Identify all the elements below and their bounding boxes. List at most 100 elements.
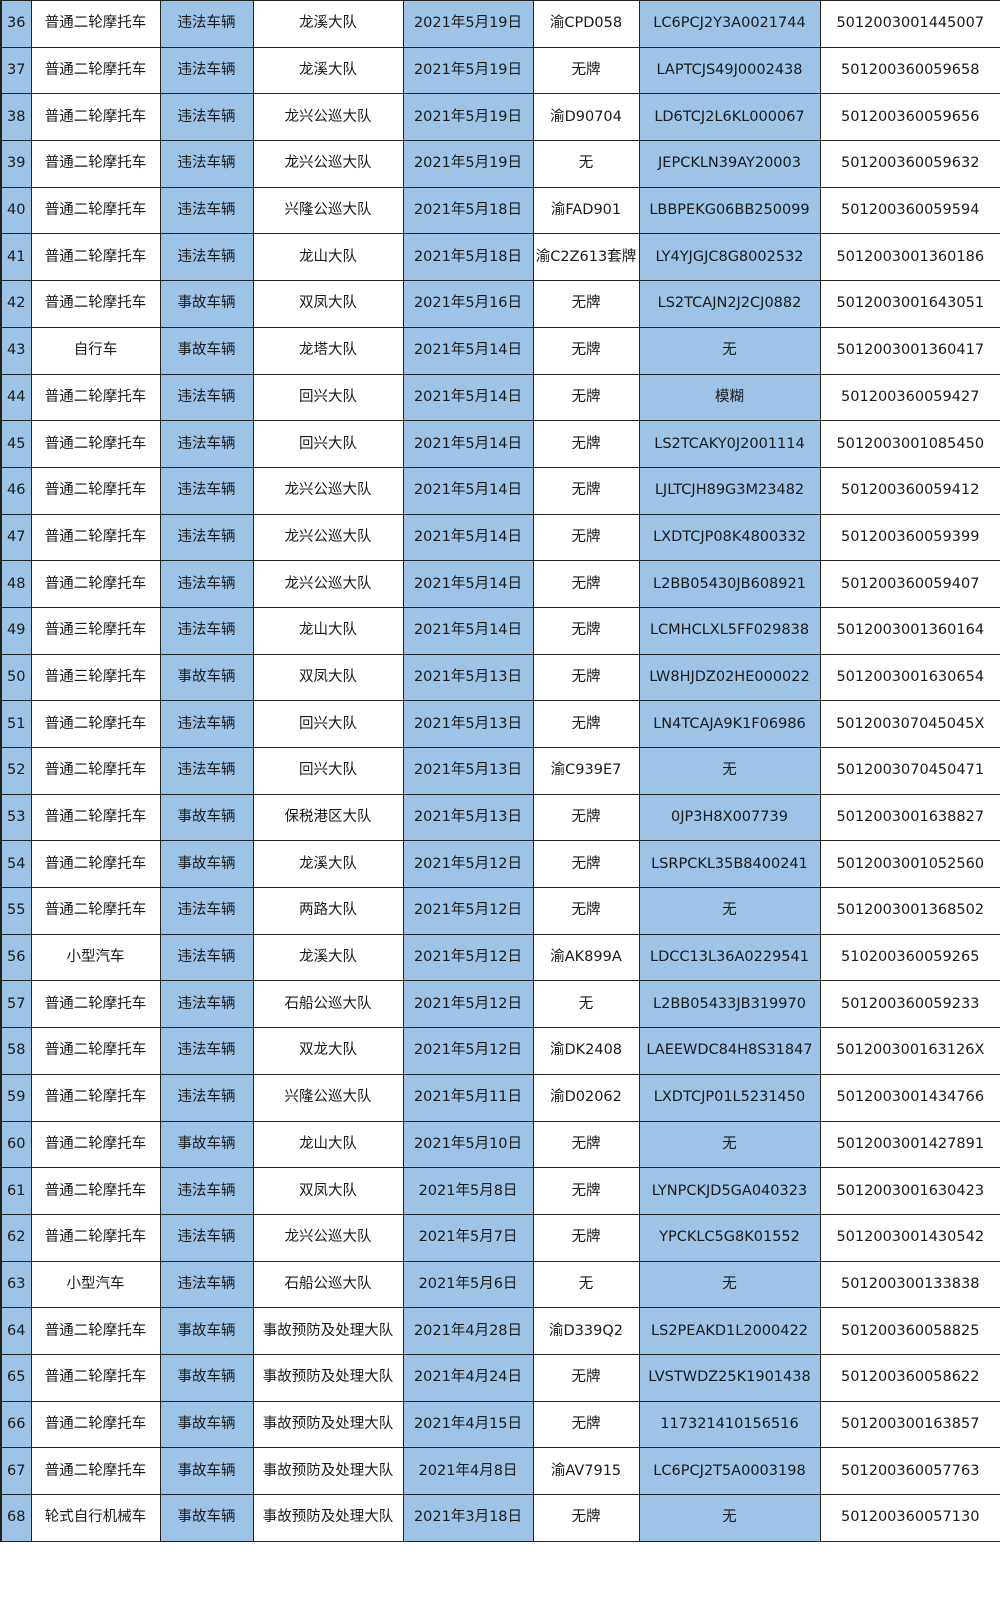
- row-number-cell: 46: [0, 466, 32, 515]
- date-cell: 2021年5月7日: [402, 1213, 534, 1262]
- vin-cell: 0JP3H8X007739: [638, 793, 821, 842]
- vehicle-category-cell: 违法车辆: [159, 606, 254, 655]
- code-cell: 5012003001427891: [819, 1120, 1000, 1169]
- code-cell: 501200360059427: [819, 373, 1000, 422]
- vin-cell: L2BB05433JB319970: [638, 980, 821, 1029]
- vehicle-type-cell: 普通二轮摩托车: [30, 1120, 161, 1169]
- table-row: 54 普通二轮摩托车 事故车辆 龙溪大队 2021年5月12日 无牌 LSRPCKL35B8…: [0, 840, 1000, 889]
- unit-cell: 龙兴公巡大队: [252, 466, 404, 515]
- unit-cell: 双凤大队: [252, 280, 404, 328]
- vehicle-category-cell: 违法车辆: [159, 513, 254, 562]
- row-number-cell: 42: [0, 280, 32, 328]
- plate-cell: 渝CPD058: [532, 0, 640, 48]
- date-cell: 2021年5月8日: [402, 1167, 534, 1215]
- date-cell: 2021年5月14日: [402, 560, 534, 608]
- vin-cell: 无: [638, 887, 821, 935]
- code-cell: 5012003070450471: [819, 747, 1000, 795]
- unit-cell: 回兴大队: [252, 700, 404, 748]
- code-cell: 5012003001434766: [819, 1073, 1000, 1122]
- table-row: 43 自行车 事故车辆 龙塔大队 2021年5月14日 无牌无 50120030013604…: [0, 326, 1000, 375]
- row-number-cell: 51: [0, 700, 32, 748]
- vehicle-category-cell: 违法车辆: [159, 560, 254, 608]
- code-cell: 5012003001085450: [819, 420, 1000, 468]
- date-cell: 2021年5月10日: [402, 1120, 534, 1169]
- row-number-cell: 44: [0, 373, 32, 422]
- vehicle-category-cell: 违法车辆: [159, 700, 254, 748]
- plate-cell: 无牌: [532, 1353, 640, 1402]
- plate-cell: 渝D90704: [532, 93, 640, 142]
- date-cell: 2021年5月12日: [402, 840, 534, 889]
- unit-cell: 双凤大队: [252, 653, 404, 702]
- table-row: 47 普通二轮摩托车 违法车辆 龙兴公巡大队 2021年5月14日 无牌 LXDTCJP08…: [0, 513, 1000, 562]
- table-row: 61 普通二轮摩托车 违法车辆 双凤大队 2021年5月8日 无牌 LYNPCKJD5GA0…: [0, 1167, 1000, 1215]
- code-cell: 5012003001360417: [819, 326, 1000, 375]
- plate-cell: 无牌: [532, 1167, 640, 1215]
- unit-cell: 事故预防及处理大队: [252, 1307, 404, 1355]
- unit-cell: 兴隆公巡大队: [252, 186, 404, 235]
- vehicle-type-cell: 普通二轮摩托车: [30, 280, 161, 328]
- unit-cell: 龙溪大队: [252, 840, 404, 889]
- vin-cell: LD6TCJ2L6KL000067: [638, 93, 821, 142]
- vehicle-category-cell: 违法车辆: [159, 980, 254, 1029]
- unit-cell: 龙兴公巡大队: [252, 513, 404, 562]
- unit-cell: 两路大队: [252, 887, 404, 935]
- vehicle-type-cell: 普通二轮摩托车: [30, 93, 161, 142]
- vehicle-category-cell: 事故车辆: [159, 1307, 254, 1355]
- vehicle-table: 36 普通二轮摩托车 违法车辆 龙溪大队 2021年5月19日 渝CPD058 LC6PCJ…: [0, 0, 1000, 1542]
- vehicle-type-cell: 小型汽车: [30, 1260, 161, 1309]
- plate-cell: 渝D02062: [532, 1073, 640, 1122]
- unit-cell: 事故预防及处理大队: [252, 1353, 404, 1402]
- vehicle-type-cell: 普通二轮摩托车: [30, 1073, 161, 1122]
- date-cell: 2021年5月14日: [402, 606, 534, 655]
- unit-cell: 石船公巡大队: [252, 1260, 404, 1309]
- vehicle-type-cell: 普通二轮摩托车: [30, 233, 161, 282]
- row-number-cell: 49: [0, 606, 32, 655]
- plate-cell: 渝AV7915: [532, 1447, 640, 1495]
- unit-cell: 回兴大队: [252, 373, 404, 422]
- row-number-cell: 61: [0, 1167, 32, 1215]
- vehicle-type-cell: 普通二轮摩托车: [30, 1353, 161, 1402]
- row-number-cell: 65: [0, 1353, 32, 1402]
- vehicle-category-cell: 事故车辆: [159, 1400, 254, 1449]
- row-number-cell: 64: [0, 1307, 32, 1355]
- row-number-cell: 41: [0, 233, 32, 282]
- vin-cell: 无: [638, 1260, 821, 1309]
- code-cell: 5012003001445007: [819, 0, 1000, 48]
- row-number-cell: 56: [0, 933, 32, 982]
- plate-cell: 无牌: [532, 606, 640, 655]
- row-number-cell: 47: [0, 513, 32, 562]
- date-cell: 2021年5月18日: [402, 233, 534, 282]
- plate-cell: 无牌: [532, 840, 640, 889]
- table-row: 64 普通二轮摩托车 事故车辆 事故预防及处理大队 2021年4月28日 渝D339Q2 L…: [0, 1307, 1000, 1355]
- date-cell: 2021年5月19日: [402, 46, 534, 95]
- vin-cell: 117321410156516: [638, 1400, 821, 1449]
- vin-cell: 模糊: [638, 373, 821, 422]
- vin-cell: LS2PEAKD1L2000422: [638, 1307, 821, 1355]
- plate-cell: 无牌: [532, 560, 640, 608]
- unit-cell: 双龙大队: [252, 1027, 404, 1075]
- code-cell: 501200360059594: [819, 186, 1000, 235]
- unit-cell: 龙溪大队: [252, 933, 404, 982]
- vehicle-category-cell: 违法车辆: [159, 1213, 254, 1262]
- table-row: 38 普通二轮摩托车 违法车辆 龙兴公巡大队 2021年5月19日 渝D90704 LD6T…: [0, 93, 1000, 142]
- code-cell: 5012003001360164: [819, 606, 1000, 655]
- table-row: 40 普通二轮摩托车 违法车辆 兴隆公巡大队 2021年5月18日 渝FAD901 LBBP…: [0, 186, 1000, 235]
- vehicle-type-cell: 普通二轮摩托车: [30, 186, 161, 235]
- row-number-cell: 43: [0, 326, 32, 375]
- row-number-cell: 68: [0, 1494, 32, 1542]
- table-row: 59 普通二轮摩托车 违法车辆 兴隆公巡大队 2021年5月11日 渝D02062 LXDT…: [0, 1073, 1000, 1122]
- unit-cell: 兴隆公巡大队: [252, 1073, 404, 1122]
- date-cell: 2021年5月16日: [402, 280, 534, 328]
- plate-cell: 无牌: [532, 513, 640, 562]
- code-cell: 5012003001368502: [819, 887, 1000, 935]
- row-number-cell: 67: [0, 1447, 32, 1495]
- date-cell: 2021年4月28日: [402, 1307, 534, 1355]
- vehicle-type-cell: 小型汽车: [30, 933, 161, 982]
- table-row: 36 普通二轮摩托车 违法车辆 龙溪大队 2021年5月19日 渝CPD058 LC6PCJ…: [0, 0, 1000, 48]
- row-number-cell: 62: [0, 1213, 32, 1262]
- row-number-cell: 54: [0, 840, 32, 889]
- plate-cell: 无牌: [532, 46, 640, 95]
- vehicle-category-cell: 违法车辆: [159, 420, 254, 468]
- vin-cell: LC6PCJ2Y3A0021744: [638, 0, 821, 48]
- code-cell: 501200360059407: [819, 560, 1000, 608]
